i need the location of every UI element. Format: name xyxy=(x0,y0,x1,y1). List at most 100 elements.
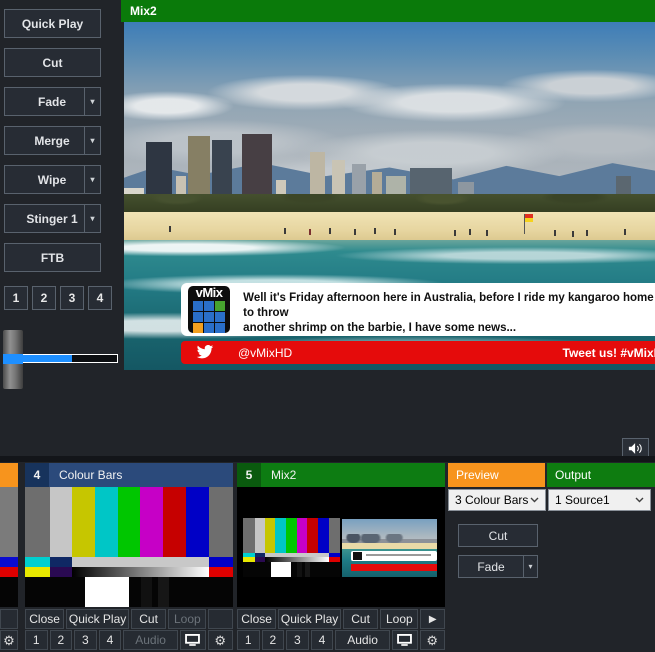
tweet-message-line2: another shrimp on the barbie, I have som… xyxy=(243,321,655,336)
input-4-audio-button[interactable]: Audio xyxy=(123,630,178,650)
input-5-header[interactable]: 5 Mix2 xyxy=(237,463,445,487)
input-4-cut-button[interactable]: Cut xyxy=(131,609,166,629)
preview-source-select[interactable]: 3 Colour Bars xyxy=(448,489,546,511)
monitor-icon xyxy=(397,634,412,646)
mixer-fade-label: Fade xyxy=(459,560,523,574)
wipe-dropdown-arrow-icon[interactable]: ▾ xyxy=(84,166,100,193)
partial-input-header[interactable] xyxy=(0,463,18,487)
chevron-down-icon xyxy=(530,497,539,503)
input-4-fullscreen-button[interactable] xyxy=(180,630,205,650)
input-5-overlay-4-button[interactable]: 4 xyxy=(311,630,334,650)
input-5-overlay-1-button[interactable]: 1 xyxy=(237,630,260,650)
lifeguard-flag xyxy=(524,214,533,234)
input-4-number: 4 xyxy=(25,463,49,487)
vmix-logo: vMix xyxy=(188,286,230,333)
input-4-loop-button[interactable]: Loop xyxy=(168,609,206,629)
input-4-settings-button[interactable]: ⚙ xyxy=(208,630,233,650)
overlay-3-button[interactable]: 3 xyxy=(60,286,84,310)
play-icon: ▶ xyxy=(429,614,437,625)
vmix-logo-text: vMix xyxy=(196,286,223,300)
city-skyline xyxy=(124,122,655,202)
vmix-logo-grid xyxy=(193,301,225,333)
mix-title: Mix2 xyxy=(130,4,157,18)
input-4-panel: 4 Colour Bars xyxy=(25,463,233,650)
partial-input-button[interactable] xyxy=(0,609,18,629)
quick-play-label: Quick Play xyxy=(5,17,100,31)
input-5-close-button[interactable]: Close xyxy=(237,609,276,629)
output-source-select[interactable]: 1 Source1 xyxy=(548,489,651,511)
mixer-fade-button[interactable]: Fade ▾ xyxy=(458,555,538,578)
input-4-close-button[interactable]: Close xyxy=(25,609,64,629)
input-4-quick-play-button[interactable]: Quick Play xyxy=(66,609,129,629)
wipe-button[interactable]: Wipe ▾ xyxy=(4,165,101,194)
input-5-thumbnail[interactable] xyxy=(237,487,445,607)
chevron-down-icon xyxy=(635,497,644,503)
transition-slider-handle[interactable] xyxy=(3,330,23,389)
tweet-cta: Tweet us! #vMixHD xyxy=(563,346,655,360)
input-5-overlay-2-button[interactable]: 2 xyxy=(262,630,285,650)
twitter-handle: @vMixHD xyxy=(238,346,292,360)
vegetation-layer xyxy=(124,194,655,214)
input-4-overlay-4-button[interactable]: 4 xyxy=(99,630,122,650)
colour-bars-image xyxy=(25,487,233,607)
cut-button[interactable]: Cut xyxy=(4,48,101,77)
input-5-number: 5 xyxy=(237,463,261,487)
overlay-2-button[interactable]: 2 xyxy=(32,286,56,310)
fade-button[interactable]: Fade ▾ xyxy=(4,87,101,116)
input-5-play-button[interactable]: ▶ xyxy=(420,609,445,629)
input-5-settings-button[interactable]: ⚙ xyxy=(420,630,445,650)
input-5-panel: 5 Mix2 xyxy=(237,463,445,650)
mini-colour-bars-image xyxy=(243,518,340,577)
merge-button[interactable]: Merge ▾ xyxy=(4,126,101,155)
gear-icon: ⚙ xyxy=(426,634,438,647)
input-4-extra-button[interactable] xyxy=(208,609,233,629)
fade-label: Fade xyxy=(5,95,84,109)
ftb-label: FTB xyxy=(5,251,100,265)
input-4-overlay-2-button[interactable]: 2 xyxy=(50,630,73,650)
mixer-cut-button[interactable]: Cut xyxy=(458,524,538,547)
twitter-icon xyxy=(196,345,214,360)
input-4-overlay-3-button[interactable]: 3 xyxy=(74,630,97,650)
input-4-thumbnail[interactable] xyxy=(25,487,233,607)
input-5-cut-button[interactable]: Cut xyxy=(343,609,378,629)
input-5-loop-button[interactable]: Loop xyxy=(380,609,418,629)
partial-input-panel: ⚙ xyxy=(0,463,18,650)
transition-sidebar: Quick Play Cut Fade ▾ Merge ▾ Wipe ▾ Sti… xyxy=(0,0,121,455)
merge-label: Merge xyxy=(5,134,84,148)
section-divider xyxy=(0,456,655,462)
tweet-message: Well it's Friday afternoon here in Austr… xyxy=(230,283,655,336)
input-5-audio-button[interactable]: Audio xyxy=(335,630,390,650)
mixer-cut-label: Cut xyxy=(459,529,537,543)
program-monitor-image: vMix Well it's Friday afternoon here in … xyxy=(124,22,655,370)
partial-input-thumbnail[interactable] xyxy=(0,487,18,607)
mixer-fade-dropdown-arrow-icon[interactable]: ▾ xyxy=(523,556,537,577)
overlay-4-button[interactable]: 4 xyxy=(88,286,112,310)
tweet-overlay-bar: @vMixHD Tweet us! #vMixHD xyxy=(181,341,655,364)
gear-icon: ⚙ xyxy=(214,634,226,647)
mixer-panel: Preview Output 3 Colour Bars 1 Source1 C… xyxy=(448,463,655,649)
speaker-icon xyxy=(628,442,644,455)
input-5-fullscreen-button[interactable] xyxy=(392,630,417,650)
output-bus-header: Output xyxy=(547,463,655,487)
stinger-label: Stinger 1 xyxy=(5,212,84,226)
stinger-dropdown-arrow-icon[interactable]: ▾ xyxy=(84,205,100,232)
partial-input-settings-button[interactable]: ⚙ xyxy=(0,630,18,650)
transition-slider-track[interactable] xyxy=(22,354,118,363)
input-5-name: Mix2 xyxy=(261,463,296,487)
mix-title-bar: Mix2 xyxy=(121,0,655,22)
quick-play-button[interactable]: Quick Play xyxy=(4,9,101,38)
ftb-button[interactable]: FTB xyxy=(4,243,101,272)
input-4-header[interactable]: 4 Colour Bars xyxy=(25,463,233,487)
fade-dropdown-arrow-icon[interactable]: ▾ xyxy=(84,88,100,115)
input-5-quick-play-button[interactable]: Quick Play xyxy=(278,609,341,629)
stinger-button[interactable]: Stinger 1 ▾ xyxy=(4,204,101,233)
input-5-overlay-3-button[interactable]: 3 xyxy=(286,630,309,650)
overlay-1-button[interactable]: 1 xyxy=(4,286,28,310)
merge-dropdown-arrow-icon[interactable]: ▾ xyxy=(84,127,100,154)
overlay-channel-buttons: 1 2 3 4 xyxy=(4,286,121,310)
wipe-label: Wipe xyxy=(5,173,84,187)
input-4-overlay-1-button[interactable]: 1 xyxy=(25,630,48,650)
input-4-name: Colour Bars xyxy=(49,463,122,487)
mini-mix2-image xyxy=(342,519,437,577)
vmix-window: Quick Play Cut Fade ▾ Merge ▾ Wipe ▾ Sti… xyxy=(0,0,655,652)
